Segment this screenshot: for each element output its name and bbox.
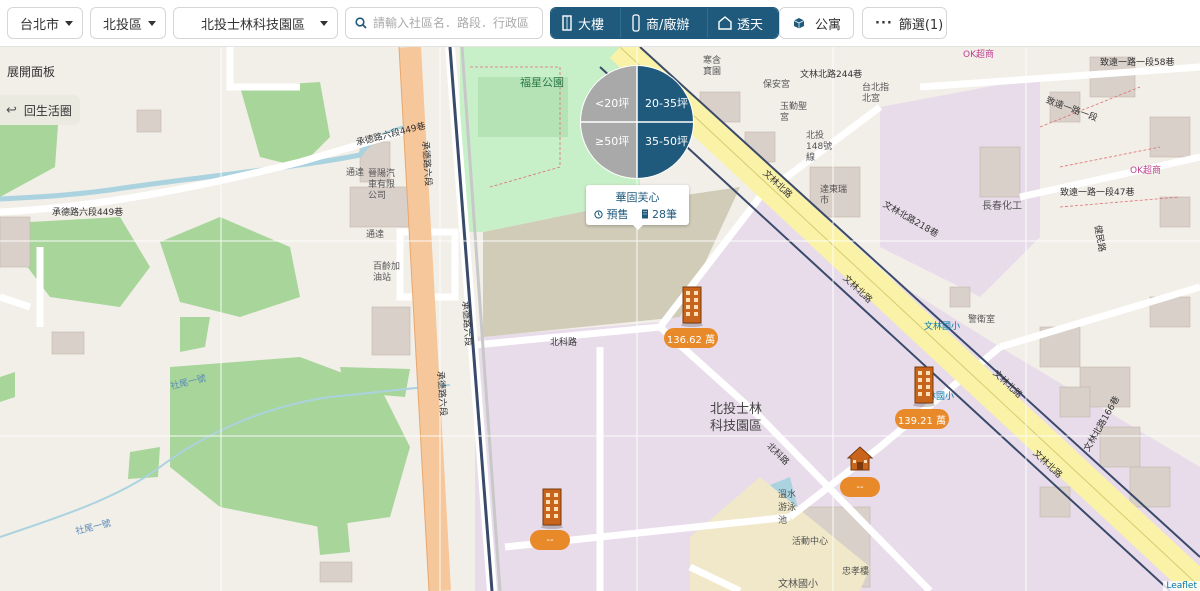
road-label-zhiyuan-58: 致遠一路一段58巷 — [1100, 58, 1175, 68]
filter-label: 篩選(1) — [898, 17, 944, 33]
community-info-card[interactable]: 華固芙心 預售 28筆 — [586, 185, 689, 230]
type-house-label: 透天 — [737, 17, 764, 33]
zone-label-line2: 科技園區 — [710, 419, 763, 434]
count-field: 28筆 — [641, 206, 677, 222]
card-pointer — [633, 225, 643, 230]
status-text: 預售 — [606, 208, 629, 221]
place-label-wenlin-school: 文林國小 — [778, 579, 818, 590]
building-small-icon — [641, 209, 648, 219]
place-label-zhongxiao: 忠孝樓 — [842, 567, 870, 577]
place-label-wenlin-school-2: 文林國小 — [924, 322, 961, 332]
place-label-yuqin-temple: 玉勤聖宮 — [780, 102, 808, 123]
pie-segment-35-50[interactable] — [637, 122, 693, 178]
search-icon — [355, 17, 367, 29]
building-marker-icon[interactable] — [911, 365, 937, 407]
road-label-wenlin-244: 文林北路244巷 — [800, 70, 863, 80]
type-office-label: 商/廠辦 — [646, 17, 690, 33]
type-house-button[interactable]: 透天 — [708, 8, 778, 38]
building-icon — [562, 15, 572, 31]
pie-label-20-35: 20-35坪 — [645, 97, 688, 110]
price-tag[interactable]: 139.21 萬 — [895, 409, 949, 429]
place-label-taibei-temple: 台北指北宮 — [862, 83, 890, 104]
zone-label-line1: 北投士林 — [710, 402, 763, 417]
price-tag[interactable]: -- — [530, 530, 570, 550]
place-label-guard: 警衛室 — [968, 315, 996, 325]
price-tag[interactable]: 136.62 萬 — [664, 328, 718, 348]
more-dots-icon: ··· — [875, 15, 893, 31]
place-label-activity: 活動中心 — [792, 537, 829, 547]
cube-icon — [793, 18, 805, 29]
map-view[interactable]: 展開面板 ↩ 回生活圈 福星公園 北投士林 科技園區 北科路 北科路 承德路六段… — [0, 47, 1200, 591]
pie-segment-20-35[interactable] — [637, 66, 693, 122]
size-pie-selector[interactable] — [580, 65, 694, 179]
type-building-button[interactable]: 大樓 — [551, 8, 621, 38]
arrow-left-icon: ↩ — [6, 102, 17, 118]
road-label-chengde-449b: 承德路六段449巷 — [52, 208, 124, 218]
place-label-changchun: 長春化工 — [982, 201, 1022, 212]
search-input[interactable] — [373, 16, 533, 30]
pie-segment-over-50[interactable] — [581, 122, 637, 178]
pie-label-over-50: ≥50坪 — [595, 135, 630, 148]
count-text: 28筆 — [652, 208, 677, 221]
place-label-tongda: 通達 — [346, 168, 365, 178]
park-label: 福星公園 — [520, 76, 564, 89]
office-icon — [632, 14, 640, 32]
place-label-dalong: 達東瑞市 — [820, 185, 848, 206]
place-label-baoan: 保安宮 — [763, 80, 791, 90]
type-apartment-button[interactable]: 公寓 — [779, 7, 854, 39]
pie-segment-under-20[interactable] — [581, 66, 637, 122]
clock-icon — [594, 210, 603, 219]
filter-button[interactable]: ··· 篩選(1) — [862, 7, 947, 39]
place-label-tongda-2: 通達 — [366, 230, 385, 240]
chevron-down-icon — [148, 21, 156, 26]
place-label-okmart: OK超商 — [963, 50, 994, 60]
place-label-swim: 溫水游泳池 — [778, 490, 797, 526]
place-label-okmart-2: OK超商 — [1130, 166, 1161, 176]
type-office-button[interactable]: 商/廠辦 — [621, 8, 708, 38]
top-toolbar: 台北市 北投區 北投士林科技園區 大樓 商/廠辦 透天 公寓 ··· 篩選(1) — [0, 0, 1200, 47]
pie-label-35-50: 35-50坪 — [645, 135, 688, 148]
property-type-group: 大樓 商/廠辦 透天 — [550, 7, 779, 39]
chevron-down-icon — [65, 21, 73, 26]
community-select[interactable]: 北投士林科技園區 — [173, 7, 338, 39]
search-box[interactable] — [345, 7, 543, 39]
district-select[interactable]: 北投區 — [90, 7, 166, 39]
type-apartment-label: 公寓 — [815, 17, 842, 33]
district-select-value: 北投區 — [103, 17, 143, 33]
building-marker-icon[interactable] — [539, 487, 565, 529]
place-label-beitou-148: 北投148號線 — [806, 131, 833, 163]
city-select[interactable]: 台北市 — [7, 7, 83, 39]
place-label-gas: 百齡加油站 — [373, 262, 401, 283]
zone-label: 北投士林 科技園區 — [710, 401, 762, 435]
place-label-jinkuo: 晉陽汽車有限公司 — [368, 169, 396, 201]
back-to-area-label: 回生活圈 — [23, 103, 72, 118]
house-marker-icon[interactable] — [846, 445, 874, 473]
place-label-hanhan: 寒含寶園 — [703, 56, 722, 77]
back-to-area-button[interactable]: ↩ 回生活圈 — [0, 95, 80, 125]
price-tag[interactable]: -- — [840, 477, 880, 497]
road-label-zhiyuan-47: 致遠一路一段47巷 — [1060, 188, 1135, 198]
house-icon — [718, 16, 732, 30]
road-label-beike: 北科路 — [550, 338, 578, 348]
community-select-value: 北投士林科技園區 — [201, 17, 306, 33]
type-building-label: 大樓 — [578, 17, 605, 33]
status-field: 預售 — [594, 206, 629, 222]
expand-panel-button[interactable]: 展開面板 — [0, 59, 62, 83]
map-attribution[interactable]: Leaflet — [1163, 581, 1200, 591]
city-select-value: 台北市 — [20, 17, 60, 33]
chevron-down-icon — [320, 21, 328, 26]
pie-label-under-20: <20坪 — [595, 97, 630, 110]
building-marker-icon[interactable] — [679, 285, 705, 327]
community-name: 華固芙心 — [615, 191, 660, 204]
